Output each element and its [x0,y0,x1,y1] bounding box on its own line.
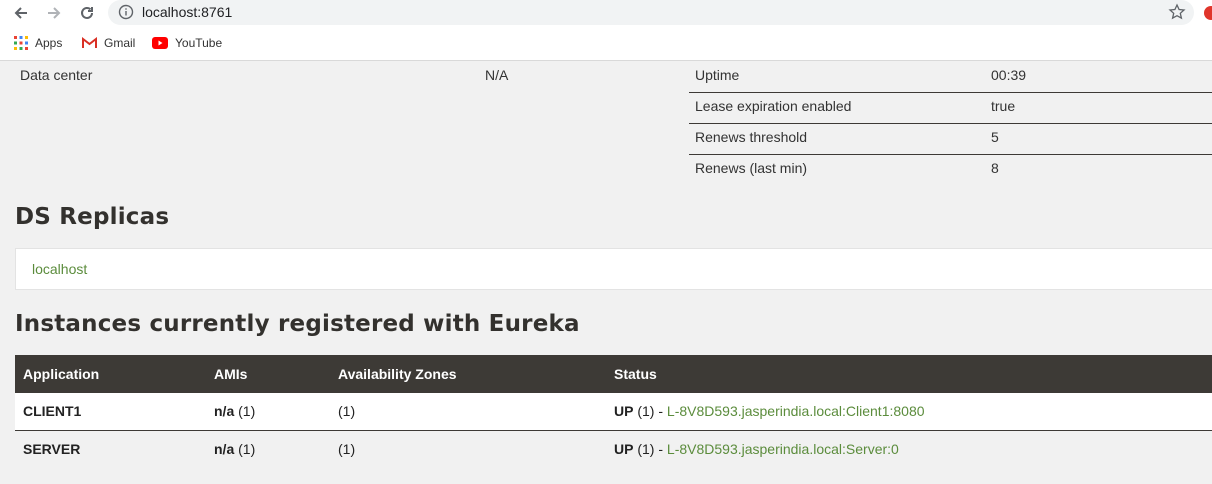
apps-grid-icon [14,36,28,50]
data-center-value: N/A [485,67,509,83]
column-header-status: Status [606,355,1212,393]
instance-link[interactable]: L-8V8D593.jasperindia.local:Client1:8080 [667,403,925,419]
application-cell: CLIENT1 [15,393,206,431]
address-bar: localhost:8761 [0,0,1212,28]
application-cell: SERVER [15,430,206,467]
status-cell: UP (1) - L-8V8D593.jasperindia.local:Cli… [606,393,1212,431]
arrow-right-icon [48,7,61,19]
amis-count: (1) [238,440,256,457]
amis-value: n/a [214,440,235,457]
back-button[interactable] [9,2,33,24]
extension-icon[interactable] [1204,6,1212,20]
stat-row-renews-last-min: Renews (last min) 8 [689,155,1212,186]
forward-button[interactable] [42,2,66,24]
star-icon[interactable] [1168,3,1186,21]
bookmark-youtube[interactable]: YouTube [152,36,222,50]
youtube-icon [152,37,168,49]
status-count: (1) - [637,440,664,457]
reload-button[interactable] [75,2,99,24]
stat-value: 00:39 [991,67,1027,83]
stat-value: 8 [991,160,999,176]
eureka-dashboard: Data center N/A Uptime 00:39 Lease expir… [0,62,1212,484]
zones-cell: (1) [330,393,606,431]
status-value: UP [614,440,634,457]
instances-heading: Instances currently registered with Eure… [15,311,580,337]
stat-row-uptime: Uptime 00:39 [689,62,1212,93]
replica-link[interactable]: localhost [32,261,87,277]
stat-value: true [991,98,1016,114]
bookmark-label: Gmail [104,36,136,50]
column-header-availability-zones: Availability Zones [330,355,606,393]
amis-count: (1) [238,403,256,420]
status-value: UP [614,403,634,420]
bookmark-apps[interactable]: Apps [14,36,62,50]
replicas-list: localhost [15,248,1212,290]
stats-table: Uptime 00:39 Lease expiration enabled tr… [689,62,1212,186]
ds-replicas-heading: DS Replicas [15,204,170,230]
bookmark-label: YouTube [175,36,223,50]
url-text[interactable]: localhost:8761 [142,4,232,20]
stat-value: 5 [991,129,999,145]
amis-cell: n/a (1) [206,393,330,431]
column-header-application: Application [15,355,206,393]
stat-row-renews-threshold: Renews threshold 5 [689,124,1212,155]
status-count: (1) - [637,403,664,420]
amis-cell: n/a (1) [206,430,330,467]
zones-cell: (1) [330,430,606,467]
stat-row-lease-expiration: Lease expiration enabled true [689,93,1212,124]
bookmark-gmail[interactable]: Gmail [82,36,135,50]
table-row: CLIENT1 n/a (1) (1) UP (1) - L-8V8D593.j… [15,393,1212,431]
general-info-row: Data center N/A [0,62,680,90]
data-center-label: Data center [20,67,93,83]
arrow-left-icon [14,7,27,19]
table-row: SERVER n/a (1) (1) UP (1) - L-8V8D593.ja… [15,430,1212,467]
bookmark-label: Apps [35,36,63,50]
stat-label: Lease expiration enabled [695,98,852,114]
instances-table: Application AMIs Availability Zones Stat… [15,355,1212,467]
stat-label: Renews (last min) [695,160,808,176]
url-field[interactable]: localhost:8761 [108,0,1194,25]
info-icon[interactable] [118,4,134,20]
instance-link[interactable]: L-8V8D593.jasperindia.local:Server:0 [667,441,899,457]
status-cell: UP (1) - L-8V8D593.jasperindia.local:Ser… [606,430,1212,467]
table-header-row: Application AMIs Availability Zones Stat… [15,355,1212,393]
stat-label: Uptime [695,67,740,83]
bookmarks-bar: Apps Gmail YouTube [0,28,1212,61]
column-header-amis: AMIs [206,355,330,393]
stat-label: Renews threshold [695,129,808,145]
amis-value: n/a [214,403,235,420]
reload-icon [81,6,93,19]
gmail-icon [82,37,97,48]
